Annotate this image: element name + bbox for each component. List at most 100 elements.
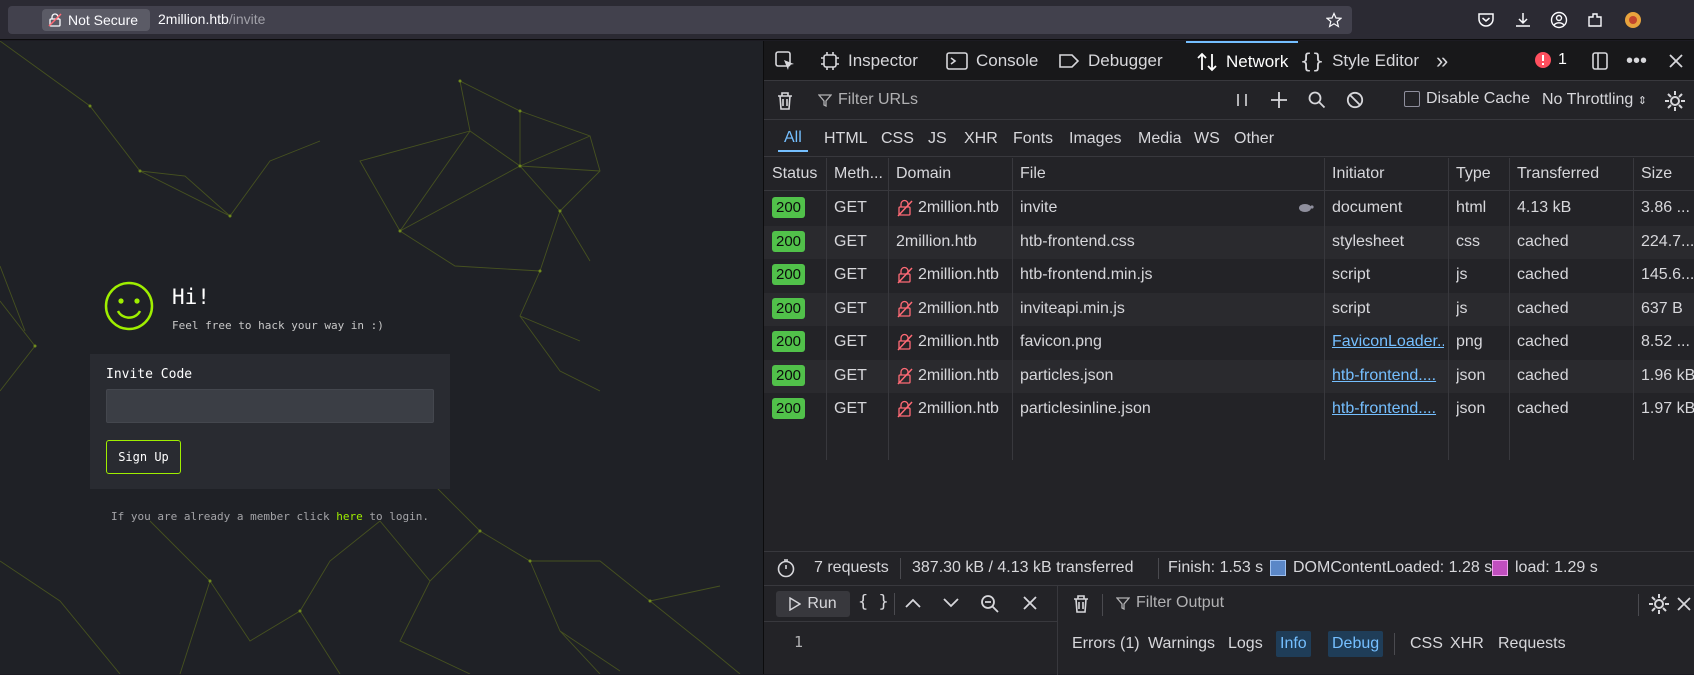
console-filter-debug[interactable]: Debug — [1328, 631, 1384, 657]
security-label: Not Secure — [68, 12, 139, 28]
request-row[interactable]: 200 GET 2million.htb htb-frontend.min.js scr… — [764, 259, 1694, 292]
request-table-header: Status Meth... Domain File Initiator Typ… — [764, 158, 1694, 191]
request-size: 1.97 kB — [1641, 400, 1694, 417]
filter-images[interactable]: Images — [1063, 126, 1127, 152]
url-bar[interactable]: Not Secure 2million.htb/invite — [8, 6, 1352, 34]
console-filter-xhr[interactable]: XHR — [1446, 631, 1488, 657]
request-file: invite — [1020, 199, 1058, 216]
request-method: GET — [834, 232, 867, 250]
downloads-icon[interactable] — [1514, 11, 1532, 29]
request-initiator[interactable]: htb-frontend.... — [1332, 367, 1444, 385]
disable-cache-checkbox[interactable]: Disable Cache — [1404, 90, 1530, 108]
request-row[interactable]: 200 GET 2million.htb htb-frontend.css styles… — [764, 225, 1694, 259]
request-method: GET — [834, 199, 867, 216]
request-file: particles.json — [1020, 366, 1114, 384]
filter-fonts[interactable]: Fonts — [1007, 126, 1059, 152]
tab-network-label: Network — [1226, 52, 1289, 71]
request-row[interactable]: 200 GET 2million.htb favicon.png FaviconLoad… — [764, 326, 1694, 359]
console-filter-errors[interactable]: Errors (1) — [1068, 631, 1144, 657]
checkbox-box — [1404, 91, 1420, 107]
pretty-print-braces-icon[interactable]: { } — [858, 592, 889, 612]
request-row[interactable]: 200 GET 2million.htb invite document html 4.13… — [764, 192, 1694, 225]
filter-other[interactable]: Other — [1228, 126, 1280, 152]
filter-all[interactable]: All — [778, 126, 808, 152]
request-size: 637 B — [1641, 299, 1683, 317]
filter-css[interactable]: CSS — [875, 126, 920, 152]
extensions-icon[interactable] — [1586, 11, 1604, 29]
more-tabs-chevron-icon[interactable]: » — [1436, 41, 1448, 81]
col-method[interactable]: Meth... — [834, 165, 883, 183]
element-picker-icon[interactable] — [774, 41, 804, 81]
pocket-icon[interactable] — [1477, 11, 1495, 29]
tab-network[interactable]: Network — [1186, 41, 1299, 81]
request-domain: 2million.htb — [896, 300, 999, 318]
filter-js[interactable]: JS — [922, 126, 953, 152]
request-method: GET — [834, 299, 867, 317]
tracker-blocked-icon — [897, 266, 913, 284]
blue-marker-icon — [1270, 560, 1286, 576]
tab-console[interactable]: Console — [946, 41, 1038, 81]
url-text[interactable]: 2million.htb/invite — [158, 11, 265, 27]
add-request-icon[interactable] — [1270, 91, 1288, 114]
search-icon[interactable] — [1308, 91, 1326, 114]
error-icon — [1535, 52, 1551, 68]
status-code-badge: 200 — [772, 364, 805, 386]
col-file[interactable]: File — [1020, 165, 1046, 183]
filter-output-input[interactable]: Filter Output — [1116, 594, 1224, 612]
filter-urls-input[interactable]: Filter URLs — [818, 91, 918, 109]
tracker-blocked-icon — [897, 367, 913, 385]
history-search-icon[interactable] — [980, 594, 1000, 619]
close-console-icon[interactable] — [1676, 596, 1692, 617]
dock-side-icon[interactable] — [1590, 41, 1618, 81]
col-transferred[interactable]: Transferred — [1517, 165, 1599, 183]
console-filter-logs[interactable]: Logs — [1224, 631, 1267, 657]
addon-icon[interactable] — [1624, 11, 1642, 29]
network-settings-gear-icon[interactable] — [1664, 90, 1686, 117]
error-count-badge[interactable]: 1 — [1534, 51, 1567, 69]
pause-icon[interactable] — [1234, 91, 1250, 114]
console-settings-gear-icon[interactable] — [1648, 593, 1670, 620]
request-row[interactable]: 200 GET 2million.htb particles.json htb-fron… — [764, 359, 1694, 393]
login-link[interactable]: here — [336, 510, 363, 523]
filter-ws[interactable]: WS — [1188, 126, 1226, 152]
console-filter-info[interactable]: Info — [1276, 631, 1311, 657]
col-domain[interactable]: Domain — [896, 165, 951, 183]
tab-style-editor[interactable]: {} Style Editor — [1300, 41, 1419, 81]
console-editor-toolbar: Run { } — [764, 586, 1057, 622]
tab-debugger[interactable]: Debugger — [1058, 41, 1163, 81]
security-indicator[interactable]: Not Secure — [42, 9, 150, 31]
console-filter-warnings[interactable]: Warnings — [1144, 631, 1219, 657]
col-initiator[interactable]: Initiator — [1332, 165, 1384, 183]
col-status[interactable]: Status — [772, 165, 817, 183]
request-row[interactable]: 200 GET 2million.htb inviteapi.min.js script… — [764, 292, 1694, 326]
more-options-icon[interactable]: ••• — [1626, 41, 1647, 81]
close-editor-icon[interactable] — [1022, 595, 1038, 616]
invite-code-input[interactable] — [106, 389, 434, 423]
clear-trash-icon[interactable] — [776, 91, 794, 116]
filter-media[interactable]: Media — [1132, 126, 1188, 152]
split-console: Run { } 1 Filter Output Errors (1) Warni… — [764, 585, 1694, 675]
close-devtools-icon[interactable] — [1668, 41, 1692, 81]
sign-up-button[interactable]: Sign Up — [106, 440, 181, 474]
request-domain: 2million.htb — [896, 199, 999, 217]
run-button[interactable]: Run — [776, 591, 850, 617]
bookmark-star-icon[interactable] — [1325, 12, 1343, 32]
request-row[interactable]: 200 GET 2million.htb particlesinline.json ht… — [764, 393, 1694, 426]
clear-console-trash-icon[interactable] — [1072, 594, 1090, 619]
tab-inspector[interactable]: Inspector — [820, 41, 918, 81]
divider — [1158, 558, 1159, 579]
console-filter-css[interactable]: CSS — [1406, 631, 1447, 657]
request-initiator[interactable]: htb-frontend.... — [1332, 400, 1444, 418]
filter-html[interactable]: HTML — [818, 126, 874, 152]
console-filter-requests[interactable]: Requests — [1494, 631, 1570, 657]
request-initiator: stylesheet — [1332, 232, 1405, 250]
filter-xhr[interactable]: XHR — [958, 126, 1004, 152]
throttling-select[interactable]: No Throttling ⇕ — [1542, 91, 1647, 109]
block-requests-icon[interactable] — [1346, 91, 1364, 114]
account-icon[interactable] — [1550, 11, 1568, 29]
chevron-down-icon[interactable] — [942, 595, 960, 616]
col-size[interactable]: Size — [1641, 165, 1672, 183]
col-type[interactable]: Type — [1456, 165, 1491, 183]
request-initiator[interactable]: FaviconLoader... — [1332, 333, 1444, 351]
chevron-up-icon[interactable] — [904, 595, 922, 616]
